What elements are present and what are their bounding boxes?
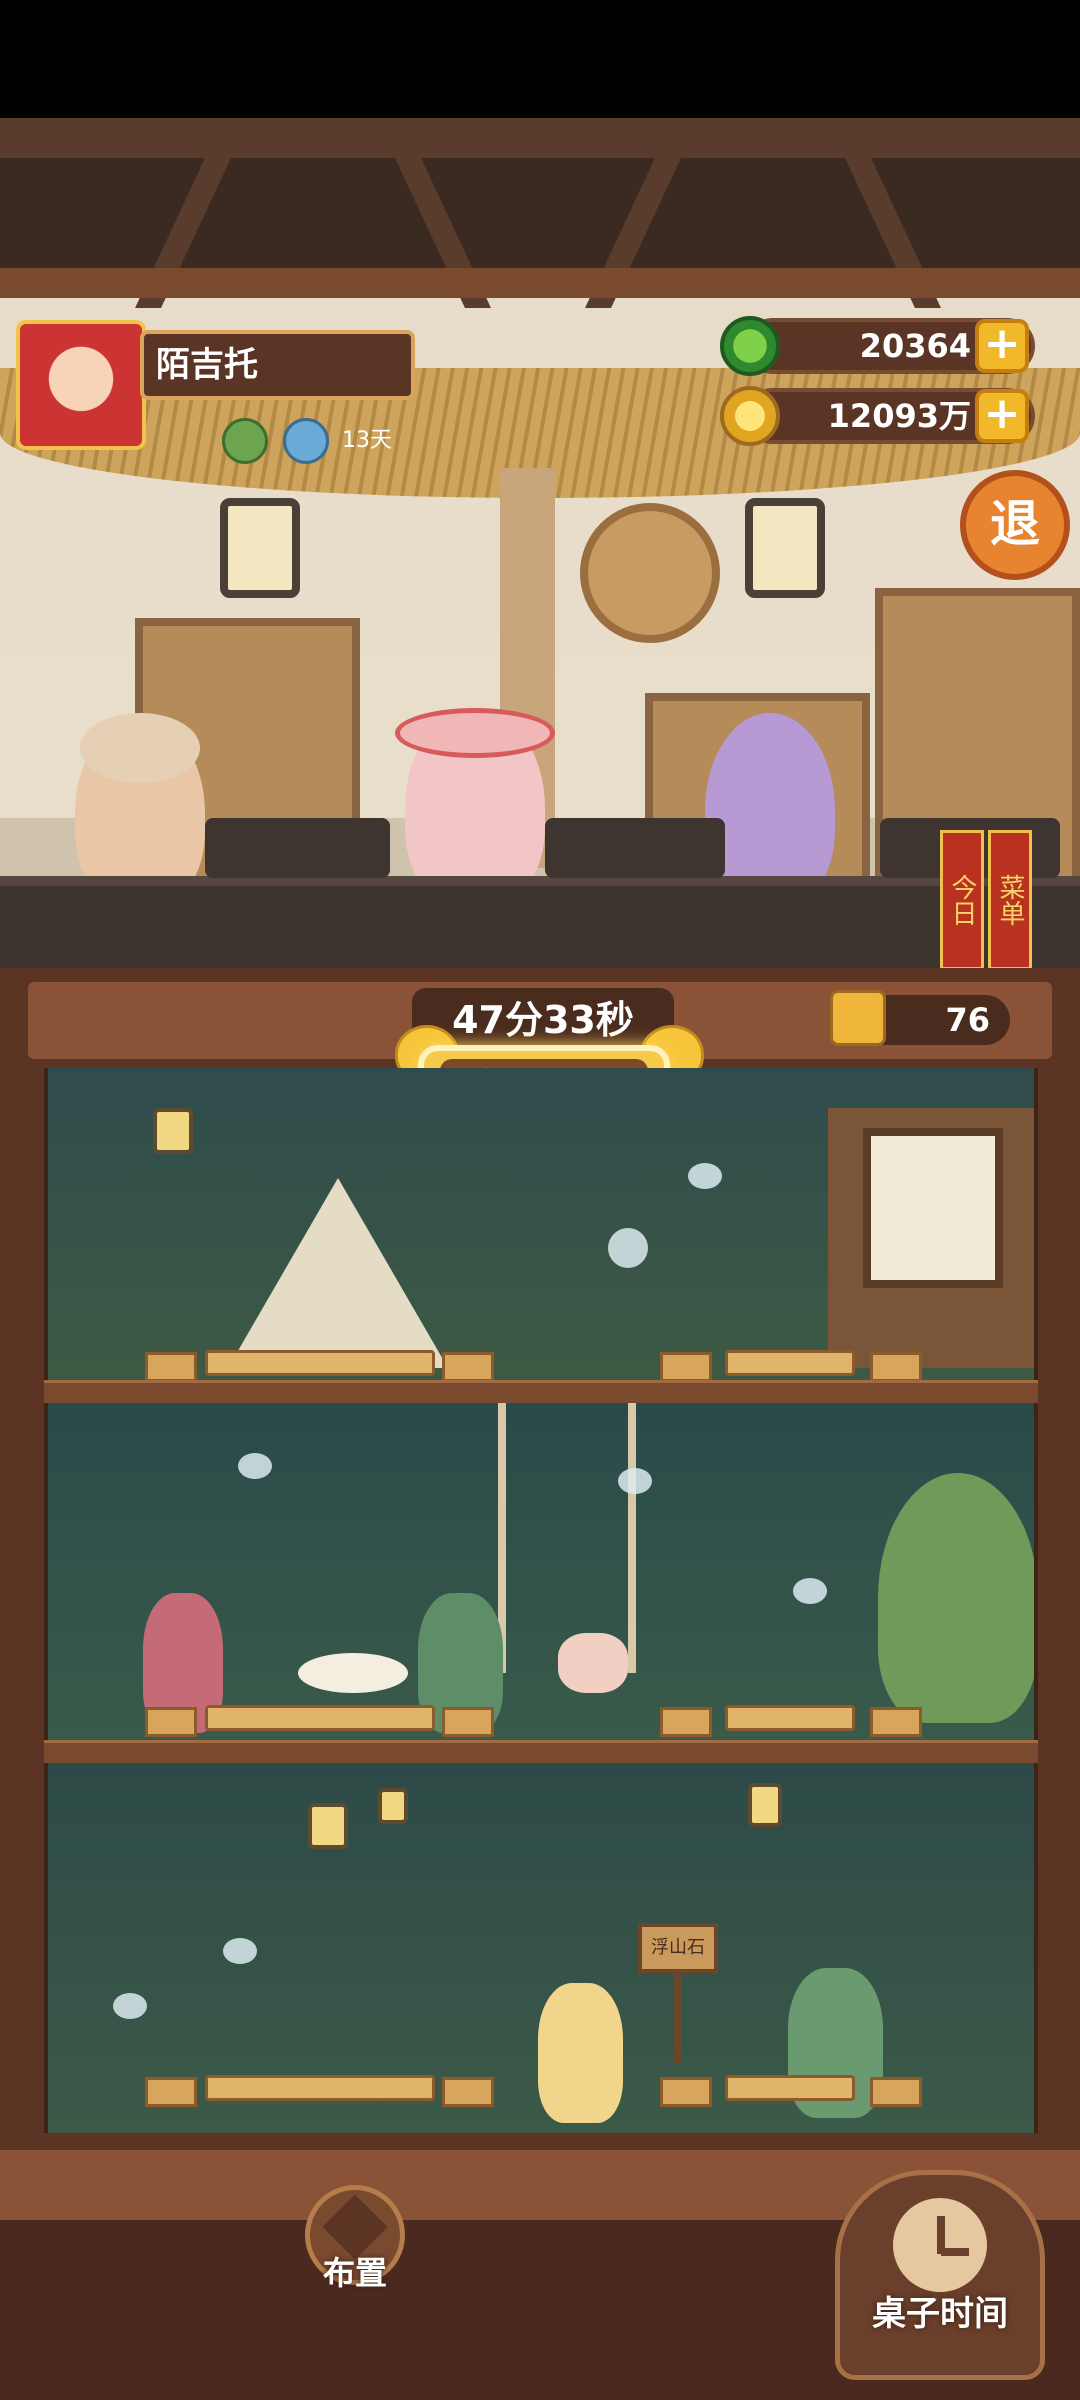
dining-table[interactable] bbox=[725, 1350, 855, 1376]
stool bbox=[145, 1352, 197, 1382]
stool bbox=[660, 1352, 712, 1382]
dining-table[interactable] bbox=[725, 2075, 855, 2101]
clock-hand bbox=[941, 2248, 969, 2256]
rank-badge-icon[interactable] bbox=[222, 418, 268, 464]
stool bbox=[145, 2077, 197, 2107]
dining-table[interactable] bbox=[725, 1705, 855, 1731]
fish-badge-icon[interactable] bbox=[283, 418, 329, 464]
dining-table[interactable] bbox=[205, 1350, 435, 1376]
add-jade-button[interactable]: + bbox=[975, 319, 1029, 373]
spirit-icon bbox=[618, 1468, 652, 1494]
spirit-icon bbox=[223, 1938, 257, 1964]
stove bbox=[545, 818, 725, 878]
floor-2[interactable] bbox=[44, 1403, 1038, 1743]
floor-plank bbox=[44, 1740, 1038, 1763]
lantern bbox=[153, 1108, 193, 1154]
streak-days-label: 13天 bbox=[342, 428, 392, 453]
signpost-pole bbox=[674, 1973, 682, 2063]
stool bbox=[870, 1707, 922, 1737]
stool bbox=[660, 1707, 712, 1737]
today-menu-button[interactable]: 今日 菜单 bbox=[940, 830, 1032, 970]
stove bbox=[205, 818, 390, 878]
bowl-hat bbox=[395, 708, 555, 758]
signpost-label: 浮山石 bbox=[651, 1937, 705, 1958]
floor-plank bbox=[44, 1380, 1038, 1403]
stool bbox=[442, 1707, 494, 1737]
kitchen-counter bbox=[0, 876, 1080, 968]
lantern bbox=[748, 1783, 782, 1827]
spirit-icon bbox=[238, 1453, 272, 1479]
jade-icon bbox=[720, 316, 780, 376]
roof-beam bbox=[0, 118, 1080, 158]
menu-label: 菜单 bbox=[988, 830, 1032, 970]
floor-1[interactable] bbox=[44, 1068, 1038, 1380]
swing-rope bbox=[628, 1403, 636, 1673]
lantern bbox=[308, 1803, 348, 1849]
spirit-icon bbox=[793, 1578, 827, 1604]
stool bbox=[660, 2077, 712, 2107]
tent bbox=[228, 1178, 448, 1368]
clock-icon bbox=[885, 2190, 995, 2300]
spirit-icon bbox=[608, 1228, 648, 1268]
layout-label[interactable]: 布置 bbox=[300, 2248, 410, 2294]
kitchen-lantern bbox=[745, 498, 825, 598]
spirit-icon bbox=[113, 1993, 147, 2019]
stool bbox=[870, 1352, 922, 1382]
stool bbox=[442, 1352, 494, 1382]
treehouse-window bbox=[863, 1128, 1003, 1288]
player-name[interactable]: 陌吉托 bbox=[140, 330, 415, 400]
signpost: 浮山石 bbox=[638, 1923, 718, 1973]
today-label: 今日 bbox=[940, 830, 984, 970]
dining-table[interactable] bbox=[205, 1705, 435, 1731]
player-avatar[interactable] bbox=[16, 320, 146, 450]
food-dish bbox=[298, 1653, 408, 1693]
customer-character[interactable] bbox=[538, 1983, 623, 2123]
chef-hair bbox=[80, 713, 200, 783]
lantern bbox=[378, 1788, 408, 1824]
roof-crossbeam bbox=[0, 268, 1080, 298]
coin-icon bbox=[720, 386, 780, 446]
kitchen-scene bbox=[0, 118, 1080, 968]
stool bbox=[145, 1707, 197, 1737]
spirit-icon bbox=[688, 1163, 722, 1189]
stool bbox=[870, 2077, 922, 2107]
dining-table[interactable] bbox=[205, 2075, 435, 2101]
green-dragon bbox=[878, 1473, 1034, 1723]
table-time-label[interactable]: 桌子时间 bbox=[835, 2286, 1045, 2335]
stool bbox=[442, 2077, 494, 2107]
add-coin-button[interactable]: + bbox=[975, 389, 1029, 443]
ticket-icon bbox=[830, 990, 886, 1046]
exit-button[interactable]: 退 bbox=[960, 470, 1070, 580]
kitchen-lantern bbox=[220, 498, 300, 598]
round-window bbox=[580, 503, 720, 643]
pig-character bbox=[558, 1633, 628, 1693]
